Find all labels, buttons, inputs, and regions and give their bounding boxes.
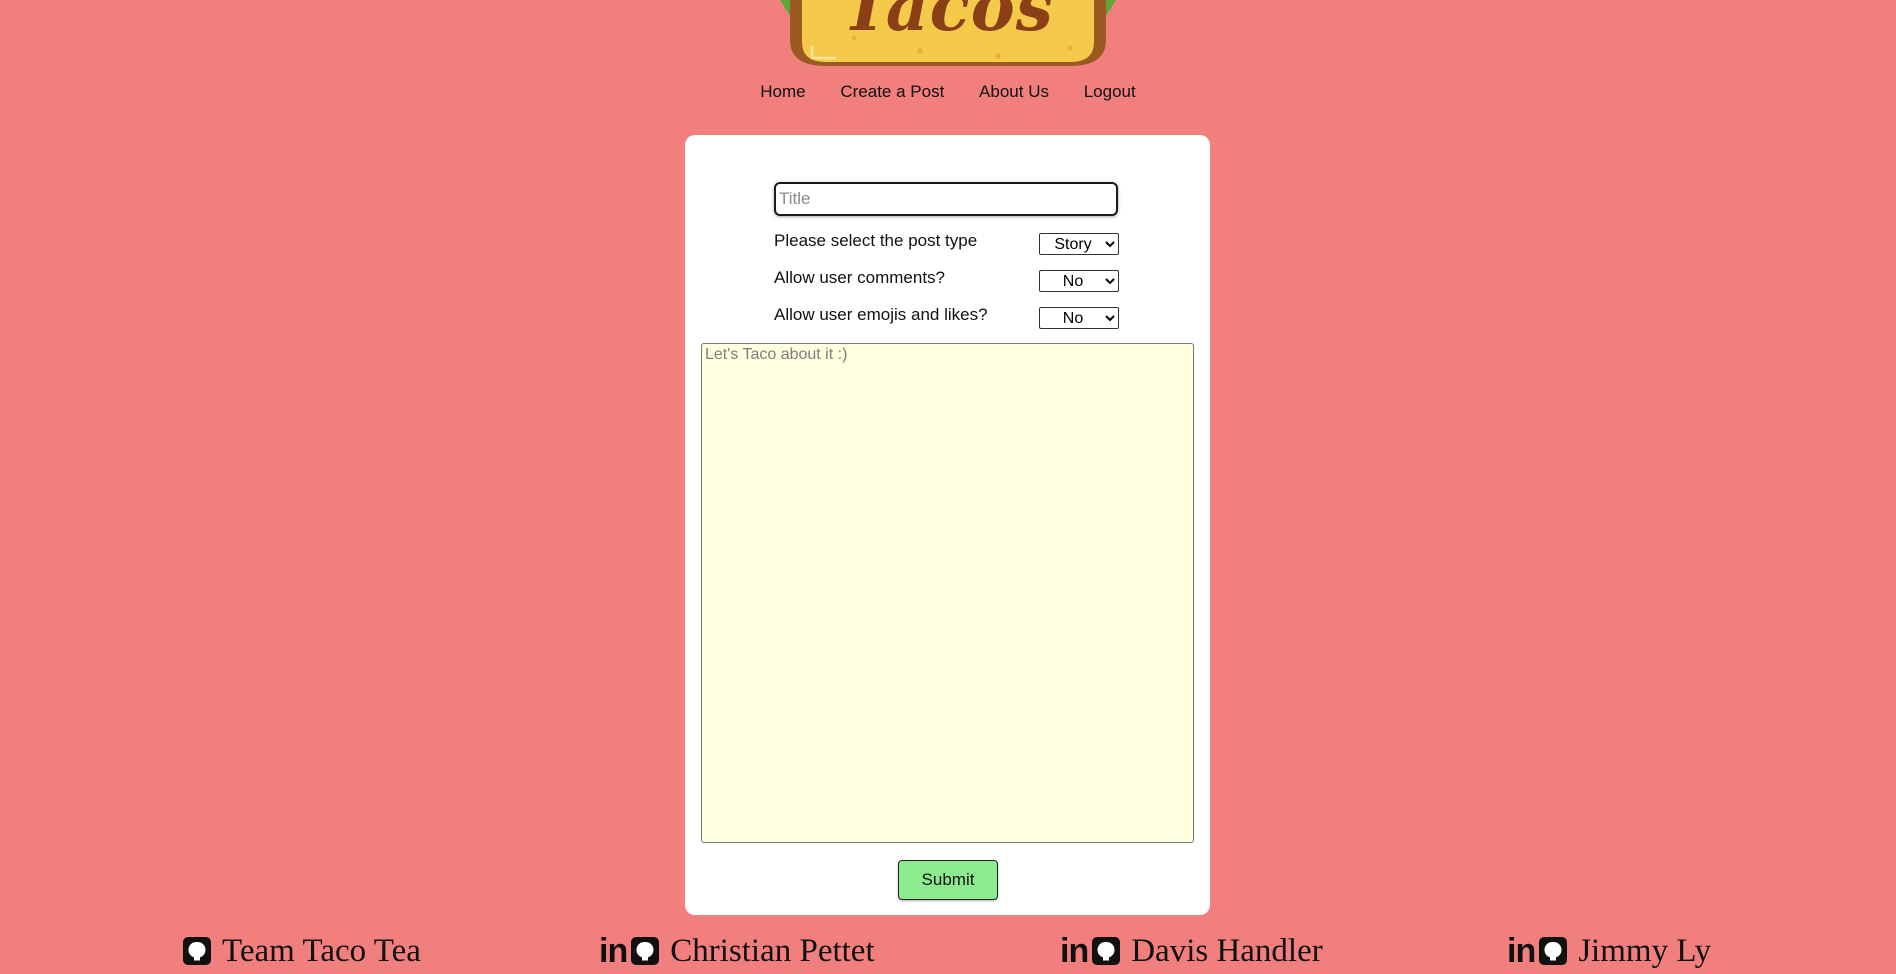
comments-label: Allow user comments? (774, 268, 946, 287)
footer-member-team: Team Taco Tea (182, 931, 421, 971)
emojis-label: Allow user emojis and likes? (774, 305, 988, 324)
emojis-row: Allow user emojis and likes? No (774, 302, 1119, 329)
github-icon[interactable] (182, 936, 212, 966)
post-type-row: Please select the post type Story (774, 228, 1119, 255)
comments-row: Allow user comments? No (774, 265, 1119, 292)
nav-logout-link[interactable]: Logout (1084, 82, 1136, 102)
taco-logo: Tacos (770, 0, 1126, 72)
footer-member-christian: in Christian Pettet (599, 931, 875, 971)
post-type-label: Please select the post type (774, 231, 978, 250)
create-post-card: Please select the post type Story Allow … (685, 135, 1210, 915)
linkedin-icon[interactable]: in (599, 934, 628, 968)
member-name: Christian Pettet (670, 932, 875, 969)
github-icon[interactable] (1538, 936, 1568, 966)
comments-select[interactable]: No (1039, 270, 1119, 292)
footer-member-jimmy: in Jimmy Ly (1507, 931, 1711, 971)
linkedin-icon[interactable]: in (1060, 934, 1089, 968)
linkedin-icon[interactable]: in (1507, 934, 1536, 968)
submit-button[interactable]: Submit (898, 860, 998, 900)
nav-home-link[interactable]: Home (760, 82, 805, 102)
github-icon[interactable] (630, 936, 660, 966)
footer-member-davis: in Davis Handler (1060, 931, 1323, 971)
post-body-textarea[interactable] (701, 343, 1194, 843)
logo-text: Tacos (842, 0, 1054, 46)
nav-create-post-link[interactable]: Create a Post (840, 82, 944, 102)
nav-about-us-link[interactable]: About Us (979, 82, 1049, 102)
emojis-select[interactable]: No (1039, 307, 1119, 329)
post-type-select[interactable]: Story (1039, 233, 1119, 255)
member-name: Team Taco Tea (222, 932, 421, 969)
main-nav: Home Create a Post About Us Logout (0, 82, 1896, 102)
github-icon[interactable] (1091, 936, 1121, 966)
footer: Team Taco Tea in Christian Pettet in Dav… (0, 931, 1896, 974)
member-name: Jimmy Ly (1578, 932, 1712, 969)
title-input[interactable] (774, 182, 1118, 216)
member-name: Davis Handler (1131, 932, 1323, 969)
